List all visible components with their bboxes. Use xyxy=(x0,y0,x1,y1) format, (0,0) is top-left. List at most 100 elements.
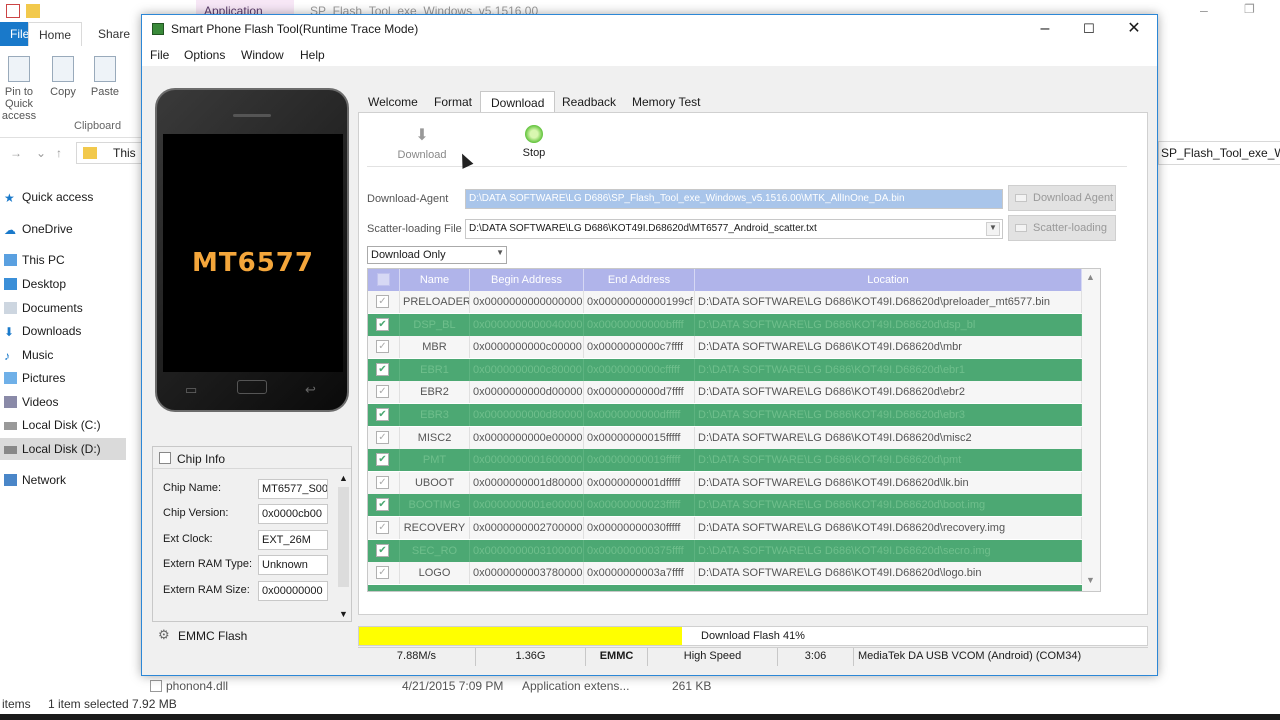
tab-file[interactable]: File xyxy=(0,22,30,46)
nav-item-videos[interactable]: Videos xyxy=(0,391,126,413)
nav-item-onedrive[interactable]: ☁ OneDrive xyxy=(0,218,126,240)
download-mode-select[interactable]: Download Only ▼ xyxy=(367,246,507,264)
chip-version-field[interactable]: 0x0000cb00 xyxy=(258,504,328,524)
row-checkbox[interactable]: ✔ xyxy=(376,543,389,557)
button-icon xyxy=(1015,224,1027,232)
chip-info-scrollbar[interactable]: ▲ ▼ xyxy=(336,471,351,621)
table-row[interactable]: ✔ PMT 0x0000000001600000 0x00000000019fffff… xyxy=(368,449,1082,472)
scroll-up-icon[interactable]: ▲ xyxy=(339,473,348,483)
tab-share[interactable]: Share xyxy=(88,22,140,46)
cell-location: D:\DATA SOFTWARE\LG D686\KOT49I.D68620d\… xyxy=(695,336,1082,359)
table-row[interactable]: ✓ LOGO 0x0000000003780000 0x0000000003a7fff… xyxy=(368,562,1082,585)
tab-memory-test[interactable]: Memory Test xyxy=(622,91,710,113)
maximize-button[interactable]: ☐ xyxy=(1066,15,1112,44)
table-row[interactable]: ✓ UBOOT 0x0000000001d80000 0x0000000001dfff… xyxy=(368,471,1082,494)
column-name[interactable]: Name xyxy=(400,269,470,291)
menu-window[interactable]: Window xyxy=(241,48,284,62)
row-checkbox[interactable]: ✓ xyxy=(376,295,389,308)
up-icon[interactable]: ↑ xyxy=(56,146,62,160)
row-checkbox[interactable]: ✓ xyxy=(376,475,389,489)
download-agent-field[interactable]: D:\DATA SOFTWARE\LG D686\SP_Flash_Tool_e… xyxy=(465,189,1003,209)
table-row[interactable]: ✔ BOOTIMG 0x0000000001e00000 0x00000000023f… xyxy=(368,494,1082,517)
ram-type-field[interactable]: Unknown xyxy=(258,555,328,575)
explorer-search-path[interactable]: SP_Flash_Tool_exe_Wi... xyxy=(1158,141,1280,165)
restore-icon[interactable]: ❐ xyxy=(1244,2,1258,16)
row-checkbox[interactable]: ✓ xyxy=(376,385,389,399)
column-location[interactable]: Location xyxy=(695,269,1082,291)
nav-item-this-pc[interactable]: This PC xyxy=(0,249,126,271)
copy-button[interactable]: Copy xyxy=(46,56,80,98)
menu-file[interactable]: File xyxy=(150,48,169,62)
table-scrollbar[interactable]: ▲ ▼ xyxy=(1082,269,1100,591)
tab-readback[interactable]: Readback xyxy=(552,91,626,113)
row-checkbox[interactable]: ✔ xyxy=(376,453,389,467)
nav-item-documents[interactable]: Documents xyxy=(0,297,126,319)
row-checkbox[interactable]: ✔ xyxy=(376,498,389,512)
address-path[interactable]: This xyxy=(76,142,142,164)
table-row[interactable]: ✓ EBR2 0x0000000000d00000 0x0000000000d7fff… xyxy=(368,381,1082,404)
scroll-up-icon[interactable]: ▲ xyxy=(1086,272,1095,282)
emmc-flash-panel[interactable]: ⚙ EMMC Flash xyxy=(152,624,352,646)
close-button[interactable]: ✕ xyxy=(1111,15,1157,44)
row-checkbox[interactable]: ✓ xyxy=(376,340,389,354)
table-row[interactable]: ✔ EBR1 0x0000000000c80000 0x0000000000cffff… xyxy=(368,358,1082,381)
table-row[interactable]: ✔ EBR3 0x0000000000d80000 0x0000000000dffff… xyxy=(368,404,1082,426)
forward-icon[interactable]: → xyxy=(10,146,22,160)
minimize-icon[interactable]: – xyxy=(1200,2,1214,18)
select-all-checkbox[interactable] xyxy=(377,273,390,286)
ram-size-row: Extern RAM Size: 0x00000000 xyxy=(163,581,333,601)
status-bar: 7.88M/s 1.36G EMMC High Speed 3:06 Media… xyxy=(358,647,1148,666)
row-checkbox[interactable]: ✔ xyxy=(376,317,389,331)
download-agent-button[interactable]: Download Agent xyxy=(1008,185,1116,211)
nav-item-desktop[interactable]: Desktop xyxy=(0,273,126,295)
pin-quick-access-button[interactable]: Pin to Quick access xyxy=(0,56,40,122)
scroll-down-icon[interactable]: ▼ xyxy=(339,609,348,619)
nav-item-local-disk-d[interactable]: Local Disk (D:) xyxy=(0,438,126,460)
row-checkbox[interactable]: ✓ xyxy=(376,566,389,580)
stop-button[interactable]: Stop xyxy=(517,119,551,159)
cell-end: 0x000000000375ffff xyxy=(584,539,695,562)
row-checkbox[interactable]: ✓ xyxy=(376,430,389,444)
tab-welcome[interactable]: Welcome xyxy=(358,91,428,113)
folder-icon[interactable] xyxy=(26,4,40,18)
nav-item-local-disk-c[interactable]: Local Disk (C:) xyxy=(0,414,126,436)
table-row[interactable]: ✔ SEC_RO 0x0000000003100000 0x000000000375f… xyxy=(368,539,1082,562)
row-checkbox[interactable]: ✔ xyxy=(376,362,389,376)
nav-item-quick-access[interactable]: ★ Quick access xyxy=(0,186,126,208)
tab-format[interactable]: Format xyxy=(424,91,482,113)
column-end-address[interactable]: End Address xyxy=(584,269,695,291)
ram-size-field[interactable]: 0x00000000 xyxy=(258,581,328,601)
chip-info-header[interactable]: Chip Info xyxy=(153,447,351,469)
table-row[interactable]: ✓ MBR 0x0000000000c00000 0x0000000000c7ffff… xyxy=(368,336,1082,359)
row-checkbox[interactable]: ✓ xyxy=(376,521,389,534)
download-button[interactable]: ⬇ Download xyxy=(395,119,449,161)
chevron-down-icon[interactable]: ⌄ xyxy=(36,146,46,160)
scatter-file-field[interactable]: D:\DATA SOFTWARE\LG D686\KOT49I.D68620d\… xyxy=(465,219,1003,239)
nav-item-downloads[interactable]: ⬇ Downloads xyxy=(0,320,126,342)
nav-item-music[interactable]: ♪ Music xyxy=(0,344,126,366)
column-begin-address[interactable]: Begin Address xyxy=(470,269,584,291)
menu-options[interactable]: Options xyxy=(184,48,225,62)
minimize-button[interactable]: – xyxy=(1022,15,1068,44)
chevron-down-icon[interactable]: ▼ xyxy=(986,222,1000,236)
scatter-loading-button[interactable]: Scatter-loading xyxy=(1008,215,1116,241)
nav-item-pictures[interactable]: Pictures xyxy=(0,367,126,389)
table-row[interactable]: ✓ PRELOADER 0x0000000000000000 0x0000000000… xyxy=(368,291,1082,313)
nav-item-network[interactable]: Network xyxy=(0,469,126,491)
scroll-down-icon[interactable]: ▼ xyxy=(1086,575,1095,585)
scroll-thumb[interactable] xyxy=(338,487,349,587)
quick-access-check-icon[interactable] xyxy=(6,4,20,18)
row-checkbox[interactable]: ✔ xyxy=(376,408,389,421)
table-row[interactable]: ✔ DSP_BL 0x0000000000040000 0x00000000000bf… xyxy=(368,313,1082,336)
tab-download[interactable]: Download xyxy=(480,91,556,113)
tab-home[interactable]: Home xyxy=(28,22,83,46)
menu-help[interactable]: Help xyxy=(300,48,325,62)
chip-name-field[interactable]: MT6577_S00 xyxy=(258,479,328,499)
file-list-row[interactable]: phonon4.dll 4/21/2015 7:09 PM Applicatio… xyxy=(146,676,1146,696)
progress-bar: Download Flash 41% xyxy=(358,626,1148,646)
ext-clock-field[interactable]: EXT_26M xyxy=(258,530,328,550)
chip-info-panel: Chip Info Chip Name: MT6577_S00 Chip Ver… xyxy=(152,446,352,622)
paste-button[interactable]: Paste xyxy=(88,56,122,98)
table-row[interactable]: ✓ RECOVERY 0x0000000002700000 0x00000000030… xyxy=(368,517,1082,539)
table-row[interactable]: ✓ MISC2 0x0000000000e00000 0x00000000015fff… xyxy=(368,426,1082,449)
